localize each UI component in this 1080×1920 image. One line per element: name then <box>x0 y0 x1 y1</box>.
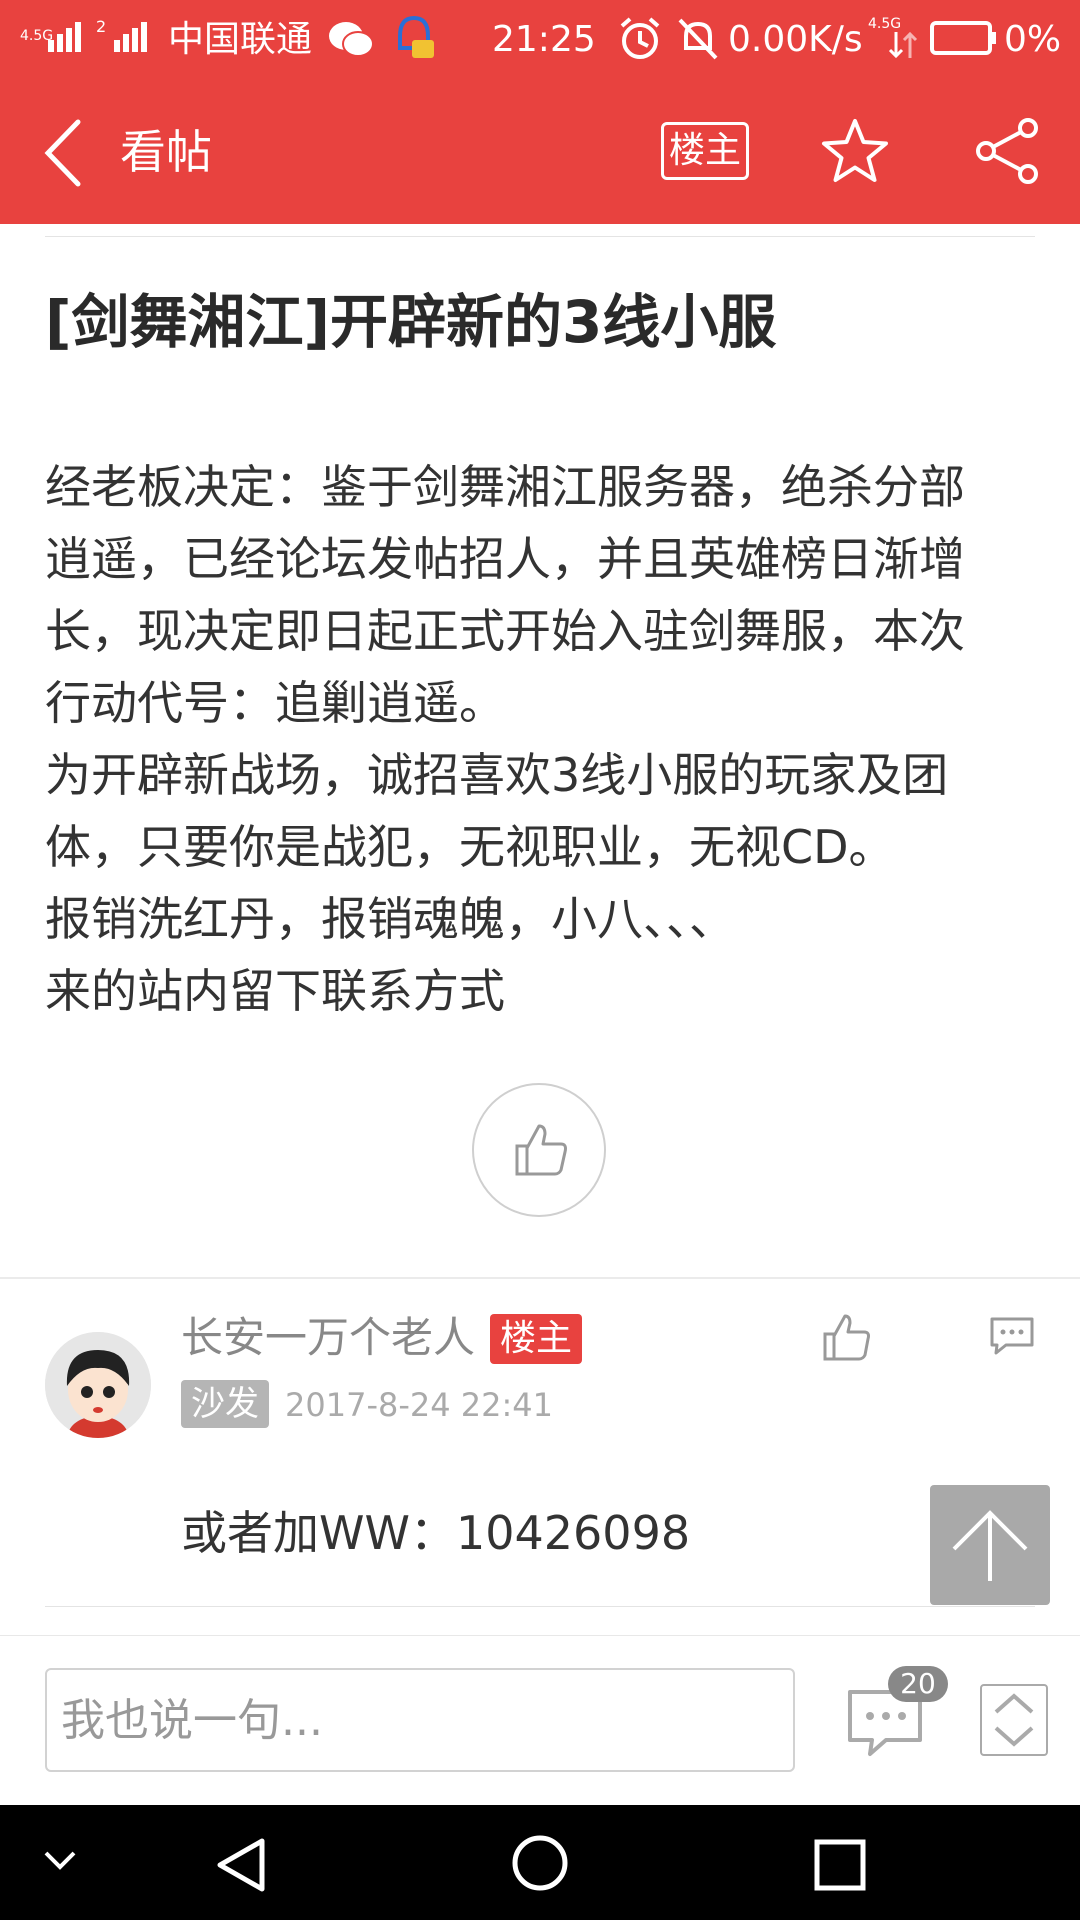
like-post-button[interactable] <box>472 1083 606 1217</box>
thumbs-up-icon[interactable] <box>822 1312 872 1362</box>
system-nav-bar <box>0 1805 1080 1920</box>
back-icon[interactable] <box>40 118 100 188</box>
page-title: 看帖 <box>120 125 212 179</box>
only-op-button[interactable]: 楼主 <box>661 122 749 180</box>
reply-content: 或者加WW：10426098 <box>181 1506 691 1560</box>
nav-home-icon[interactable] <box>510 1833 570 1893</box>
floor-badge: 沙发 <box>181 1380 269 1428</box>
thumbs-up-icon <box>515 1124 567 1176</box>
network-speed: 0.00K/s <box>728 19 863 60</box>
scroll-to-top-button[interactable] <box>930 1485 1050 1605</box>
post-body-line: 长，现决定即日起正式开始入驻剑舞服，本次 <box>45 604 965 658</box>
battery-icon <box>930 21 996 55</box>
post-body-line: 行动代号：追剿逍遥。 <box>45 676 505 730</box>
avatar[interactable] <box>45 1332 151 1438</box>
section-divider <box>0 1277 1080 1279</box>
share-icon[interactable] <box>972 116 1042 186</box>
floor-jump-button[interactable] <box>980 1684 1048 1756</box>
signal-icon <box>48 22 84 52</box>
post-title: [剑舞湘江]开辟新的3线小服 <box>45 288 777 356</box>
post-body-line: 来的站内留下联系方式 <box>45 964 505 1018</box>
data-transfer-icon <box>888 31 918 59</box>
post-body-line: 逍遥，已经论坛发帖招人，并且英雄榜日渐增 <box>45 532 965 586</box>
reply-author[interactable]: 长安一万个老人 <box>181 1310 475 1366</box>
qq-message-icon <box>398 15 434 58</box>
chevron-down-icon[interactable] <box>42 1849 78 1873</box>
carrier-name: 中国联通 <box>168 19 313 60</box>
arrow-up-icon <box>952 1510 1028 1581</box>
network-type-2: 2 <box>96 17 107 36</box>
cartoon-avatar-icon <box>45 1332 151 1438</box>
post-body-line: 体，只要你是战犯，无视职业，无视CD。 <box>45 820 895 874</box>
signal-icon-2 <box>114 22 150 52</box>
post-body-line: 经老板决定：鉴于剑舞湘江服务器，绝杀分部 <box>45 460 965 514</box>
app-header: 看帖 楼主 <box>0 80 1080 224</box>
nav-recents-icon[interactable] <box>812 1837 868 1893</box>
divider <box>45 236 1035 237</box>
star-icon[interactable] <box>820 116 890 186</box>
post-body-line: 报销洗红丹，报销魂魄，小八、、、 <box>45 892 735 946</box>
alarm-icon <box>620 17 660 59</box>
clock-time: 21:25 <box>492 19 596 60</box>
reply-input[interactable] <box>45 1668 795 1772</box>
reply-time: 2017-8-24 22:41 <box>285 1386 553 1424</box>
post-body-line: 为开辟新战场，诚招喜欢3线小服的玩家及团 <box>45 748 949 802</box>
op-badge: 楼主 <box>490 1314 583 1364</box>
reply-bar: 20 <box>0 1635 1080 1805</box>
battery-percent: 0% <box>1004 19 1062 60</box>
status-bar: 4.5G 2 中国联通 21:25 0.00K/s 4.5G 0% <box>0 0 1080 80</box>
post-body: 经老板决定：鉴于剑舞湘江服务器，绝杀分部 逍遥，已经论坛发帖招人，并且英雄榜日渐… <box>45 451 1045 1027</box>
comment-icon[interactable] <box>988 1316 1036 1356</box>
nav-back-icon[interactable] <box>212 1835 272 1895</box>
mute-icon <box>678 18 718 60</box>
comment-count-badge: 20 <box>888 1666 948 1702</box>
divider <box>45 1606 1035 1607</box>
wechat-icon <box>329 22 374 57</box>
chevron-updown-icon <box>994 1693 1034 1747</box>
